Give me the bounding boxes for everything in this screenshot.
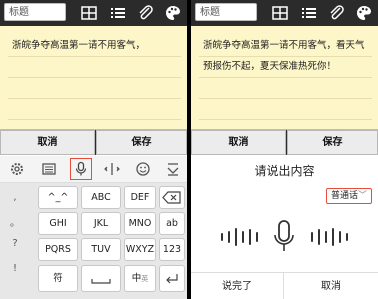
wave-bar (228, 231, 230, 243)
language-switch-key[interactable]: 中英 (124, 265, 156, 292)
ruled-line (199, 77, 372, 78)
ruled-line (8, 56, 181, 57)
wave-bar (346, 233, 348, 241)
cancel-button[interactable]: 取消 (191, 130, 286, 155)
wave-bar (332, 228, 334, 246)
voice-cancel-button[interactable]: 取消 (284, 273, 378, 299)
chevron-down-icon: ﹀ (358, 191, 368, 201)
ruled-line (199, 98, 372, 99)
space-icon (91, 279, 111, 284)
wave-bar (311, 232, 313, 242)
ruled-line (8, 119, 181, 120)
wave-bar (256, 232, 258, 242)
list-icon[interactable] (300, 4, 318, 22)
list-icon[interactable] (109, 4, 127, 22)
voice-actions: 说完了 取消 (191, 272, 378, 299)
title-input[interactable]: 标题 (4, 3, 66, 21)
backspace-icon (162, 191, 181, 204)
chinese-label: 中 (131, 273, 142, 284)
wave-bar (339, 231, 341, 243)
grid-icon[interactable] (271, 4, 289, 22)
space-key[interactable] (81, 265, 121, 292)
note-area[interactable]: 浙皖争夺高温第一请不用客气， (0, 26, 187, 130)
wave-bar (221, 233, 223, 241)
ruled-line (8, 77, 181, 78)
hide-keyboard-icon[interactable] (164, 160, 182, 178)
microphone-icon[interactable] (271, 219, 297, 255)
attachment-icon[interactable] (328, 4, 346, 22)
punct-key[interactable]: ! (4, 263, 26, 274)
language-select[interactable]: 普通话﹀ (326, 188, 372, 204)
attachment-icon[interactable] (137, 4, 155, 22)
wave-bar (249, 229, 251, 245)
palette-icon[interactable] (164, 4, 182, 22)
note-area[interactable]: 浙皖争夺高温第一请不用客气，看天气预报伤不起，夏天保准热死你！ (191, 26, 378, 130)
microphone-icon[interactable] (72, 160, 90, 178)
key[interactable]: TUV (81, 238, 121, 261)
key[interactable]: ^_^ (38, 186, 78, 209)
punct-key[interactable]: , (4, 192, 26, 203)
emoji-icon[interactable] (134, 160, 152, 178)
cancel-button[interactable]: 取消 (0, 130, 95, 155)
wave-bar (318, 229, 320, 245)
key[interactable]: GHI (38, 212, 78, 235)
key[interactable]: ABC (81, 186, 121, 209)
save-button[interactable]: 保存 (96, 130, 187, 155)
top-toolbar: 标题 (191, 0, 378, 26)
left-screen: 标题 浙皖争夺高温第一请不用客气， 取消 保存 , 。 ? ! ^_^ ABC … (0, 0, 187, 299)
title-input[interactable]: 标题 (195, 3, 257, 21)
key[interactable]: DEF (124, 186, 156, 209)
english-label: 英 (141, 275, 149, 283)
grid-icon[interactable] (80, 4, 98, 22)
key[interactable]: MNO (124, 212, 156, 235)
key[interactable]: PQRS (38, 238, 78, 261)
note-text: 浙皖争夺高温第一请不用客气，看天气预报伤不起，夏天保准热死你！ (203, 40, 365, 72)
keyboard-layout-icon[interactable] (40, 160, 58, 178)
backspace-key[interactable] (159, 186, 185, 209)
ruled-line (8, 98, 181, 99)
ruled-line (199, 119, 372, 120)
language-label: 普通话 (330, 191, 358, 201)
punct-key[interactable]: 。 (4, 214, 26, 229)
note-text: 浙皖争夺高温第一请不用客气， (12, 40, 146, 51)
key[interactable]: ab (159, 212, 185, 235)
top-toolbar: 标题 (0, 0, 187, 26)
enter-icon (166, 274, 178, 284)
keyboard: , 。 ? ! ^_^ ABC DEF GHI JKL MNO ab PQRS … (0, 183, 187, 299)
key[interactable]: JKL (81, 212, 121, 235)
action-bar: 取消 保存 (191, 130, 378, 155)
punct-key[interactable]: ? (4, 238, 26, 249)
done-speaking-button[interactable]: 说完了 (191, 273, 284, 299)
action-bar: 取消 保存 (0, 130, 187, 155)
key[interactable]: 123 (159, 238, 185, 261)
settings-gear-icon[interactable] (8, 160, 26, 178)
right-screen: 标题 浙皖争夺高温第一请不用客气，看天气预报伤不起，夏天保准热死你！ 取消 保存… (191, 0, 378, 299)
wave-bar (325, 231, 327, 243)
cursor-move-icon[interactable] (103, 160, 121, 178)
save-button[interactable]: 保存 (287, 130, 378, 155)
wave-bar (235, 228, 237, 246)
symbol-key[interactable]: 符 (38, 265, 78, 292)
palette-icon[interactable] (355, 4, 373, 22)
key[interactable]: WXYZ (124, 238, 156, 261)
wave-bar (242, 231, 244, 243)
voice-prompt: 请说出内容 (254, 164, 315, 178)
enter-key[interactable] (159, 265, 185, 292)
keyboard-toolbar (0, 156, 187, 183)
